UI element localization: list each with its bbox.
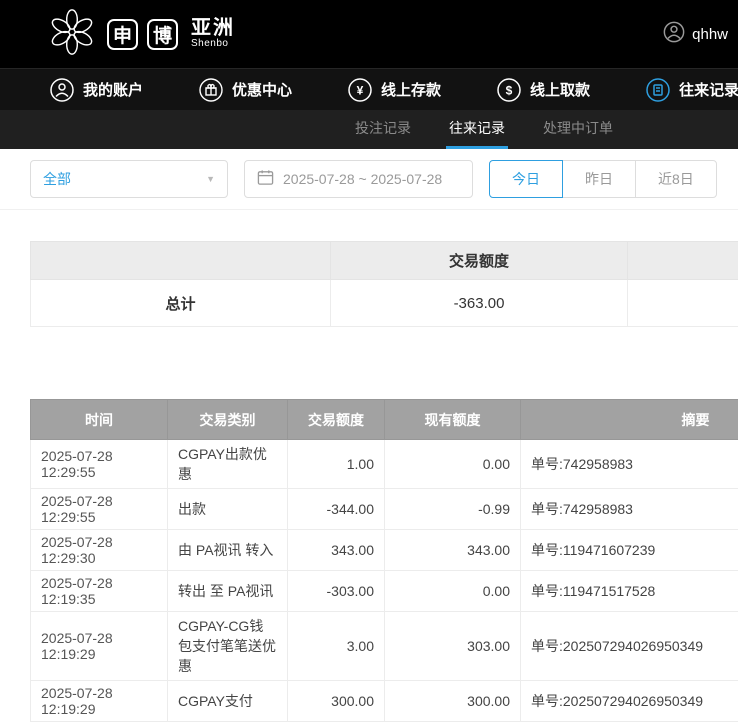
- nav-item-deposit[interactable]: ¥ 线上存款: [348, 78, 441, 102]
- summary-header-empty: [31, 242, 331, 280]
- table-row: 2025-07-28 12:19:29 CGPAY支付 300.00 300.0…: [31, 681, 738, 722]
- quick-range-buttons: 今日 昨日 近8日: [489, 160, 717, 198]
- cell-summary: 单号:119471607239: [521, 530, 738, 571]
- date-range-value: 2025-07-28 ~ 2025-07-28: [283, 171, 442, 187]
- col-header-balance: 现有额度: [385, 400, 521, 440]
- cell-type: CGPAY-CG钱包支付笔笔送优惠: [168, 612, 288, 681]
- account-chip[interactable]: qhhw: [663, 21, 728, 47]
- calendar-icon: [257, 169, 274, 189]
- cell-type: 转出 至 PA视讯: [168, 571, 288, 612]
- nav-label: 往来记录: [679, 79, 738, 100]
- col-header-summary: 摘要: [521, 400, 738, 440]
- cell-amount: 343.00: [288, 530, 385, 571]
- date-range-input[interactable]: 2025-07-28 ~ 2025-07-28: [244, 160, 473, 198]
- nav-item-promotions[interactable]: 优惠中心: [199, 78, 292, 102]
- lotus-logo-icon: [46, 6, 98, 63]
- table-row: 2025-07-28 12:19:35 转出 至 PA视讯 -303.00 0.…: [31, 571, 738, 612]
- cell-summary: 单号:202507294026950349: [521, 681, 738, 722]
- withdraw-icon: $: [497, 78, 521, 102]
- cell-balance: 0.00: [385, 571, 521, 612]
- user-icon: [50, 78, 74, 102]
- cell-type: 出款: [168, 489, 288, 530]
- cell-time: 2025-07-28 12:29:30: [31, 530, 168, 571]
- cell-balance: -0.99: [385, 489, 521, 530]
- brand-char-2: 博: [147, 19, 178, 50]
- tab-transaction-records[interactable]: 往来记录: [446, 110, 508, 149]
- cell-amount: 300.00: [288, 681, 385, 722]
- svg-text:¥: ¥: [357, 83, 364, 97]
- cell-amount: -303.00: [288, 571, 385, 612]
- cell-amount: -344.00: [288, 489, 385, 530]
- cell-summary: 单号:119471517528: [521, 571, 738, 612]
- records-header-row: 时间 交易类别 交易额度 现有额度 摘要: [31, 400, 738, 440]
- nav-item-withdraw[interactable]: $ 线上取款: [497, 78, 590, 102]
- cell-balance: 303.00: [385, 612, 521, 681]
- type-select[interactable]: 全部 ▼: [30, 160, 228, 198]
- cell-time: 2025-07-28 12:29:55: [31, 489, 168, 530]
- cell-amount: 1.00: [288, 440, 385, 489]
- summary-total-value: -363.00: [331, 280, 628, 327]
- table-row: 2025-07-28 12:19:29 CGPAY-CG钱包支付笔笔送优惠 3.…: [31, 612, 738, 681]
- brand-char-1: 申: [107, 19, 138, 50]
- table-row: 2025-07-28 12:29:55 出款 -344.00 -0.99 单号:…: [31, 489, 738, 530]
- cell-time: 2025-07-28 12:29:55: [31, 440, 168, 489]
- col-header-type: 交易类别: [168, 400, 288, 440]
- cell-time: 2025-07-28 12:19:35: [31, 571, 168, 612]
- last-8-days-button[interactable]: 近8日: [635, 160, 717, 198]
- records-table: 时间 交易类别 交易额度 现有额度 摘要 2025-07-28 12:29:55…: [30, 399, 738, 722]
- nav-label: 我的账户: [83, 79, 143, 100]
- cell-balance: 343.00: [385, 530, 521, 571]
- summary-header-empty: [628, 242, 738, 280]
- gift-icon: [199, 78, 223, 102]
- cell-summary: 单号:742958983: [521, 440, 738, 489]
- sub-tab-bar: 投注记录 往来记录 处理中订单: [0, 110, 738, 149]
- cell-balance: 0.00: [385, 440, 521, 489]
- summary-header-row: 交易额度: [31, 242, 738, 280]
- cell-type: CGPAY支付: [168, 681, 288, 722]
- cell-type: CGPAY出款优惠: [168, 440, 288, 489]
- today-button[interactable]: 今日: [489, 160, 563, 198]
- account-avatar-icon: [663, 21, 685, 47]
- top-bar: 申 博 亚洲 Shenbo qhhw: [0, 0, 738, 68]
- nav-item-my-account[interactable]: 我的账户: [50, 78, 143, 102]
- col-header-amount: 交易额度: [288, 400, 385, 440]
- brand-logo[interactable]: 申 博 亚洲 Shenbo: [46, 6, 235, 63]
- table-row: 2025-07-28 12:29:30 由 PA视讯 转入 343.00 343…: [31, 530, 738, 571]
- brand-latin: Shenbo: [191, 39, 235, 50]
- brand-region: 亚洲: [191, 18, 235, 39]
- main-nav: 我的账户 优惠中心 ¥ 线上存款 $ 线上取款: [0, 68, 738, 110]
- cell-amount: 3.00: [288, 612, 385, 681]
- svg-text:$: $: [506, 83, 513, 97]
- cell-balance: 300.00: [385, 681, 521, 722]
- cell-time: 2025-07-28 12:19:29: [31, 681, 168, 722]
- col-header-time: 时间: [31, 400, 168, 440]
- tab-betting-records[interactable]: 投注记录: [352, 110, 414, 149]
- deposit-icon: ¥: [348, 78, 372, 102]
- records-icon: [646, 78, 670, 102]
- filter-bar: 全部 ▼ 2025-07-28 ~ 2025-07-28 今日 昨日 近8日: [0, 149, 738, 210]
- nav-label: 线上取款: [530, 79, 590, 100]
- account-username: qhhw: [692, 26, 728, 43]
- summary-total-row: 总计 -363.00: [31, 280, 738, 327]
- brand-region-block: 亚洲 Shenbo: [191, 18, 235, 50]
- cell-time: 2025-07-28 12:19:29: [31, 612, 168, 681]
- summary-empty-cell: [628, 280, 738, 327]
- cell-summary: 单号:202507294026950349: [521, 612, 738, 681]
- summary-table: 交易额度 总计 -363.00: [30, 241, 738, 327]
- table-row: 2025-07-28 12:29:55 CGPAY出款优惠 1.00 0.00 …: [31, 440, 738, 489]
- type-select-value: 全部: [43, 169, 71, 189]
- summary-total-label: 总计: [31, 280, 331, 327]
- summary-header-amount: 交易额度: [331, 242, 628, 280]
- nav-label: 线上存款: [381, 79, 441, 100]
- yesterday-button[interactable]: 昨日: [562, 160, 636, 198]
- cell-type: 由 PA视讯 转入: [168, 530, 288, 571]
- nav-label: 优惠中心: [232, 79, 292, 100]
- cell-summary: 单号:742958983: [521, 489, 738, 530]
- tab-processing-orders[interactable]: 处理中订单: [540, 110, 616, 149]
- chevron-down-icon: ▼: [194, 174, 227, 184]
- nav-item-transaction-records[interactable]: 往来记录: [646, 78, 738, 102]
